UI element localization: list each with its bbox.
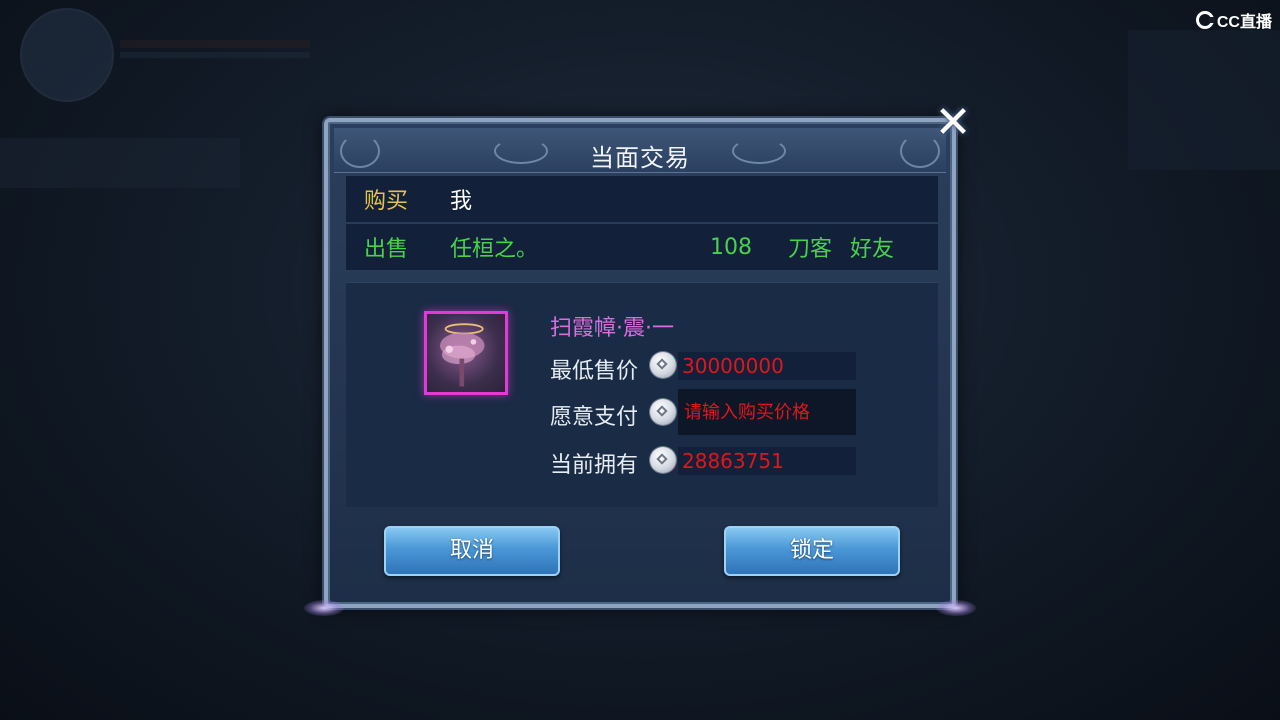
dialog-foot-glow xyxy=(304,600,344,616)
dialog-title: 当面交易 xyxy=(590,144,690,172)
cancel-button[interactable]: 取消 xyxy=(384,526,560,576)
cc-logo-icon xyxy=(1195,11,1215,29)
seller-row: 出售 任桓之。 108 刀客 好友 xyxy=(346,224,938,271)
silver-coin-icon xyxy=(650,447,676,473)
trade-dialog: 当面交易 购买 我 出售 任桓之。 108 刀客 好友 扫霞幛·震·一 最低售价… xyxy=(324,118,956,608)
lock-button[interactable]: 锁定 xyxy=(724,526,900,576)
background-minimap xyxy=(1128,30,1280,170)
background-hp-bar xyxy=(120,40,310,48)
sell-label: 出售 xyxy=(364,237,409,262)
min-price-label: 最低售价 xyxy=(550,359,639,384)
background-mp-bar xyxy=(120,52,310,58)
buyer-name: 我 xyxy=(450,189,473,214)
offer-price-input[interactable] xyxy=(678,389,856,435)
close-icon[interactable]: ✕ xyxy=(930,100,976,146)
offer-label: 愿意支付 xyxy=(550,405,639,430)
dialog-header: 当面交易 xyxy=(334,128,946,173)
seller-name: 任桓之。 xyxy=(450,237,539,262)
seller-relation: 好友 xyxy=(850,237,895,262)
seller-class: 刀客 xyxy=(788,237,833,262)
ornament-icon xyxy=(732,138,786,164)
min-price-value: 30000000 xyxy=(678,352,856,380)
silver-coin-icon xyxy=(650,399,676,425)
buy-label: 购买 xyxy=(364,189,409,214)
item-name: 扫霞幛·震·一 xyxy=(550,316,674,341)
cc-live-watermark: CC直播 xyxy=(1195,8,1272,32)
item-icon[interactable] xyxy=(424,311,508,395)
dialog-foot-glow xyxy=(936,600,976,616)
seller-level: 108 xyxy=(710,234,752,260)
buyer-row: 购买 我 xyxy=(346,176,938,223)
watermark-text: CC直播 xyxy=(1216,14,1272,31)
background-side-panel xyxy=(0,138,240,188)
silver-coin-icon xyxy=(650,352,676,378)
background-player-avatar xyxy=(20,8,114,102)
owned-label: 当前拥有 xyxy=(550,453,639,478)
owned-value: 28863751 xyxy=(678,447,856,475)
trade-content: 扫霞幛·震·一 最低售价 30000000 愿意支付 当前拥有 28863751 xyxy=(346,282,938,507)
